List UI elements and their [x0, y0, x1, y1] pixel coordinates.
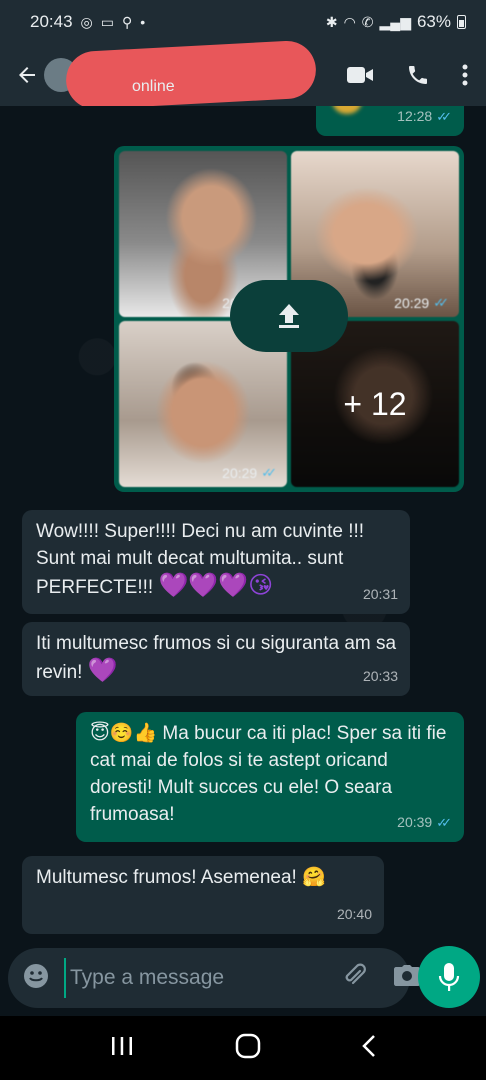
message-time: 12:28: [397, 108, 433, 124]
message-bubble-outgoing[interactable]: 12:28 ✓✓: [316, 106, 464, 136]
message-time: 20:40: [336, 906, 372, 922]
message-time: 20:31: [362, 586, 398, 602]
read-receipt-icon: ✓✓: [436, 815, 452, 830]
message-bubble-incoming[interactable]: Multumesc frumos! Asemenea! 🤗 20:40: [22, 856, 384, 934]
battery-icon: [457, 15, 466, 29]
instagram-icon: ◎: [80, 13, 93, 30]
dot-icon: •: [140, 14, 146, 30]
message-composer: [8, 948, 420, 1008]
video-call-icon[interactable]: [346, 65, 374, 85]
camera-icon[interactable]: [393, 964, 421, 993]
message-time: 20:39: [397, 814, 433, 830]
usb-icon: ⚲: [122, 13, 133, 30]
microphone-icon: [438, 963, 460, 991]
upload-button[interactable]: [230, 280, 348, 352]
home-icon[interactable]: [235, 1033, 261, 1064]
message-bubble-incoming[interactable]: Iti multumesc frumos si cu siguranta am …: [22, 622, 410, 696]
microphone-button[interactable]: [418, 946, 480, 1008]
contact-status: online: [132, 78, 175, 95]
cropped-emoji: [332, 106, 362, 114]
recent-apps-icon[interactable]: [110, 1035, 134, 1062]
voice-call-icon[interactable]: [406, 63, 430, 87]
status-time: 20:43: [30, 12, 73, 31]
signal-icon: ▂▄▆: [379, 13, 411, 30]
battery-percent: 63%: [416, 12, 451, 31]
contact-info[interactable]: online: [64, 39, 346, 111]
message-emoji: 🤗: [302, 866, 326, 888]
wifi-icon: ◠: [343, 13, 356, 30]
message-emoji: 💜💜💜😘: [158, 571, 274, 599]
call-signal-icon: ✆: [361, 13, 374, 30]
bluetooth-icon: ✱: [325, 13, 338, 30]
read-receipt-icon: ✓✓: [261, 465, 277, 480]
read-receipt-icon: ✓✓: [436, 109, 452, 124]
back-arrow-icon[interactable]: [12, 60, 42, 90]
read-receipt-icon: ✓✓: [433, 295, 449, 310]
system-navigation-bar: [0, 1016, 486, 1080]
message-text: Multumesc frumos! Asemenea!: [36, 867, 297, 888]
redacted-contact-name: [64, 39, 318, 111]
chat-area[interactable]: 12:28 ✓✓ 20:29✓✓ 20:29✓✓ 20:29✓✓ + 12 Wo…: [0, 106, 486, 942]
more-options-icon[interactable]: [462, 64, 468, 86]
chat-header: online: [0, 39, 486, 111]
message-emoji: 💜: [87, 656, 118, 684]
status-bar: 20:43 ◎ ▭ ⚲ • ✱ ◠ ✆ ▂▄▆ 63%: [0, 0, 486, 44]
message-bubble-outgoing[interactable]: 😇☺️👍 Ma bucur ca iti plac! Sper sa iti f…: [76, 712, 464, 842]
upload-arrow-icon: [279, 304, 299, 328]
message-emoji: 😇☺️👍: [90, 722, 158, 744]
emoji-icon[interactable]: [22, 962, 50, 995]
back-icon[interactable]: [361, 1034, 376, 1063]
message-time: 20:33: [362, 668, 398, 684]
laptop-icon: ▭: [100, 13, 114, 30]
photo-time: 20:29: [222, 465, 258, 481]
photo-time: 20:29: [394, 295, 430, 311]
message-input[interactable]: [64, 958, 341, 998]
message-bubble-incoming[interactable]: Wow!!!! Super!!!! Deci nu am cuvinte !!!…: [22, 510, 410, 614]
attach-icon[interactable]: [341, 963, 367, 994]
